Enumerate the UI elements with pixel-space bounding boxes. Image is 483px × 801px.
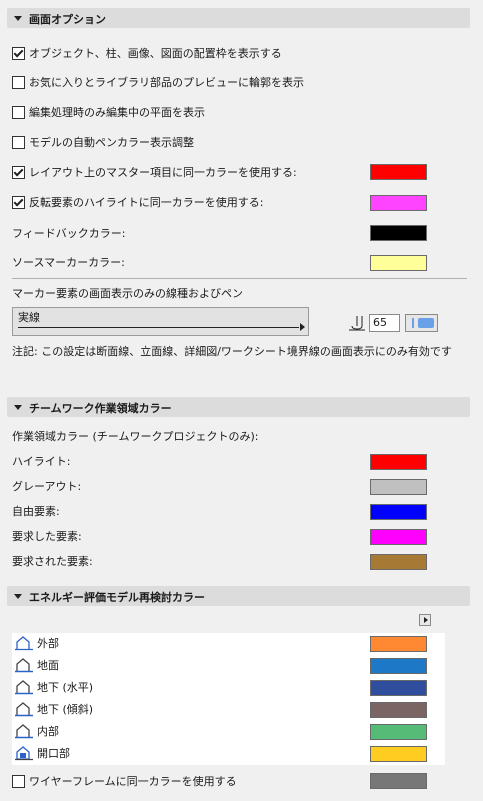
color-swatch-feedback[interactable] <box>370 225 427 241</box>
energy-item-label: 外部 <box>37 637 59 650</box>
color-swatch-teamwork[interactable] <box>370 504 427 520</box>
color-swatch-energy[interactable] <box>370 702 427 718</box>
pen-line-mark <box>412 318 414 328</box>
option-label: ワイヤーフレームに同一カラーを使用する <box>29 775 237 788</box>
option-wireframe-color[interactable]: ワイヤーフレームに同一カラーを使用する <box>12 773 237 791</box>
energy-item-label: 内部 <box>37 725 59 738</box>
section-header-energy[interactable]: エネルギー評価モデル再検討カラー <box>7 586 470 606</box>
checkbox[interactable] <box>12 774 25 788</box>
energy-item: 外部 <box>14 635 59 653</box>
building-icon <box>15 724 33 739</box>
energy-item-label: 地下 (傾斜) <box>37 703 94 716</box>
building-window-icon <box>15 746 33 761</box>
pen-icon <box>349 316 365 331</box>
color-swatch-teamwork[interactable] <box>370 479 427 495</box>
line-preview <box>18 327 299 328</box>
teamwork-label: ハイライト: <box>12 455 71 468</box>
checkbox[interactable] <box>12 135 25 149</box>
section-header-teamwork[interactable]: チームワーク作業領域カラー <box>7 397 470 417</box>
teamwork-label: 要求した要素: <box>12 530 82 543</box>
checkbox[interactable] <box>12 75 25 89</box>
color-swatch-energy[interactable] <box>370 680 427 696</box>
color-swatch-energy[interactable] <box>370 658 427 674</box>
energy-item: 地下 (傾斜) <box>14 701 93 719</box>
feedback-color-label: フィードバックカラー: <box>12 227 126 240</box>
building-icon <box>15 636 33 651</box>
teamwork-label: 自由要素: <box>12 505 60 518</box>
line-type-selector[interactable]: 実線 <box>12 307 309 336</box>
energy-item-label: 地面 <box>37 659 59 672</box>
color-swatch-source[interactable] <box>370 255 427 271</box>
collapse-triangle-icon <box>14 594 22 599</box>
pen-color-swatch[interactable] <box>405 314 438 332</box>
option-label: レイアウト上のマスター項目に同一カラーを使用する: <box>29 166 297 179</box>
energy-item-label: 開口部 <box>37 747 70 760</box>
divider <box>12 278 467 279</box>
teamwork-label: 要求された要素: <box>12 555 93 568</box>
option-label: モデルの自動ペンカラー表示調整 <box>29 136 194 149</box>
energy-item: 地下 (水平) <box>14 679 93 697</box>
option-highlight-color[interactable]: 反転要素のハイライトに同一カラーを使用する: <box>12 194 264 212</box>
collapse-triangle-icon <box>14 405 22 410</box>
option-preview-outline[interactable]: お気に入りとライブラリ部品のプレビューに輪郭を表示 <box>12 74 304 92</box>
marker-heading: マーカー要素の画面表示のみの線種およびペン <box>12 287 243 300</box>
teamwork-heading: 作業領域カラー (チームワークプロジェクトのみ): <box>12 430 259 443</box>
source-marker-color-label: ソースマーカーカラー: <box>12 256 125 269</box>
option-label: 編集処理時のみ編集中の平面を表示 <box>29 106 205 119</box>
building-icon <box>15 658 33 673</box>
pen-color-chip <box>418 318 434 328</box>
energy-item: 内部 <box>14 723 59 741</box>
color-swatch-teamwork[interactable] <box>370 454 427 470</box>
option-edit-plane[interactable]: 編集処理時のみ編集中の平面を表示 <box>12 104 205 122</box>
popup-arrow-icon <box>300 323 305 331</box>
section-title: エネルギー評価モデル再検討カラー <box>29 591 205 604</box>
color-swatch-energy[interactable] <box>370 724 427 740</box>
energy-item: 地面 <box>14 657 59 675</box>
option-label: 反転要素のハイライトに同一カラーを使用する: <box>29 196 264 209</box>
checkbox[interactable] <box>12 165 25 179</box>
building-icon <box>15 680 33 695</box>
section-header-display[interactable]: 画面オプション <box>7 8 470 28</box>
option-master-color[interactable]: レイアウト上のマスター項目に同一カラーを使用する: <box>12 164 297 182</box>
section-title: 画面オプション <box>29 13 106 26</box>
note-text: 注記: この設定は断面線、立面線、詳細図/ワークシート境界線の画面表示にのみ有効… <box>12 345 452 358</box>
color-swatch-master[interactable] <box>370 164 427 180</box>
teamwork-label: グレーアウト: <box>12 480 82 493</box>
line-type-label: 実線 <box>18 311 40 324</box>
collapse-triangle-icon <box>14 16 22 21</box>
expand-arrow-button[interactable] <box>419 614 431 626</box>
option-label: お気に入りとライブラリ部品のプレビューに輪郭を表示 <box>29 76 304 89</box>
pen-number-field[interactable]: 65 <box>369 314 400 332</box>
checkbox[interactable] <box>12 105 25 119</box>
energy-item: 開口部 <box>14 745 70 763</box>
color-swatch-highlight[interactable] <box>370 195 427 211</box>
checkbox[interactable] <box>12 195 25 209</box>
color-swatch-energy[interactable] <box>370 746 427 762</box>
option-auto-pen-color[interactable]: モデルの自動ペンカラー表示調整 <box>12 134 194 152</box>
option-label: オブジェクト、柱、画像、図面の配置枠を表示する <box>29 47 282 60</box>
section-title: チームワーク作業領域カラー <box>29 402 172 415</box>
color-swatch-wireframe[interactable] <box>370 773 427 789</box>
checkbox[interactable] <box>12 46 25 60</box>
color-swatch-teamwork[interactable] <box>370 529 427 545</box>
option-show-frames[interactable]: オブジェクト、柱、画像、図面の配置枠を表示する <box>12 45 282 63</box>
building-icon <box>15 702 33 717</box>
color-swatch-teamwork[interactable] <box>370 554 427 570</box>
energy-item-label: 地下 (水平) <box>37 681 94 694</box>
color-swatch-energy[interactable] <box>370 636 427 652</box>
